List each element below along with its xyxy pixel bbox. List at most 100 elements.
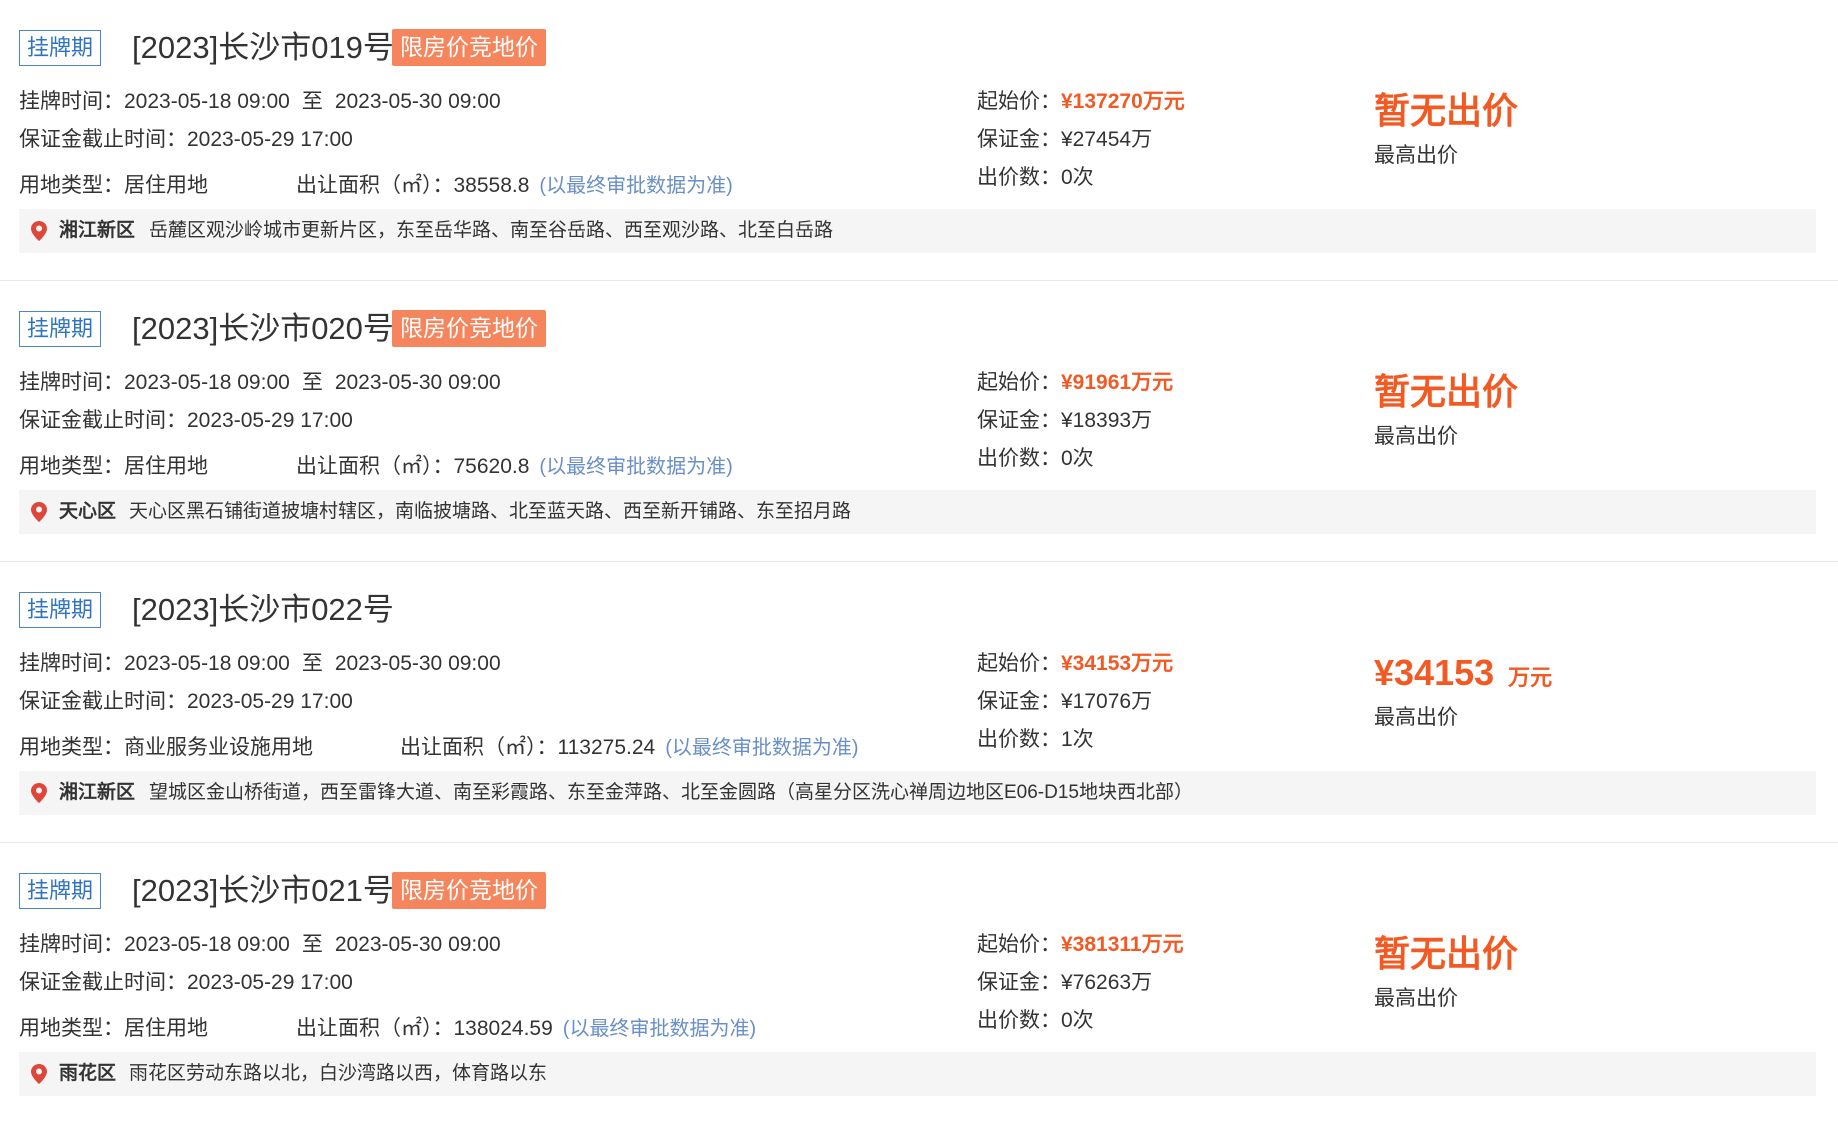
highest-bid-value: 暂无出价: [1374, 369, 1532, 420]
deposit-row: 保证金：¥18393万: [977, 407, 1152, 435]
bid-count-label: 出价数：: [977, 447, 1061, 470]
deposit-deadline-row: 保证金截止时间：2023-05-29 17:00: [19, 688, 353, 716]
land-info-row: 用地类型：商业服务业设施用地 出让面积（㎡）：113275.24 (以最终审批数据…: [19, 734, 859, 762]
bid-count-row: 出价数：1次: [977, 726, 1094, 754]
listing-end: 2023-05-30 09:00: [334, 933, 501, 956]
start-price-row: 起始价：¥381311万元: [977, 931, 1184, 959]
deposit-label: 保证金：: [977, 690, 1061, 713]
map-pin-icon: [31, 502, 47, 522]
deposit-deadline-label: 保证金截止时间：: [19, 409, 187, 432]
listing-card[interactable]: 挂牌期 [2023]长沙市019号 限房价竞地价 挂牌时间：2023-05-18…: [0, 0, 1838, 281]
location-text: 雨花区劳动东路以北，白沙湾路以西，体育路以东: [129, 1063, 548, 1084]
location-bar: 湘江新区 望城区金山桥街道，西至雷锋大道、南至彩霞路、东至金萍路、北至金圆路（高…: [19, 771, 1816, 815]
plot-title[interactable]: [2023]长沙市022号: [132, 590, 394, 630]
start-price-label: 起始价：: [977, 90, 1061, 113]
area-value: 38558.8: [453, 174, 530, 197]
listing-start: 2023-05-18 09:00: [124, 652, 290, 675]
deposit-deadline-label: 保证金截止时间：: [19, 128, 187, 151]
start-price-value: ¥91961万元: [1061, 371, 1174, 394]
deposit-label: 保证金：: [977, 409, 1061, 432]
land-type-value: 居住用地: [124, 174, 208, 197]
deposit-deadline-value: 2023-05-29 17:00: [187, 409, 353, 432]
listing-time-row: 挂牌时间：2023-05-18 09:00 至 2023-05-30 09:00: [19, 369, 501, 397]
deposit-deadline-value: 2023-05-29 17:00: [187, 128, 353, 151]
status-tag: 挂牌期: [19, 873, 101, 909]
district-name: 天心区: [59, 501, 117, 522]
deposit-deadline-row: 保证金截止时间：2023-05-29 17:00: [19, 969, 353, 997]
bid-count-value: 0次: [1061, 1009, 1094, 1032]
start-price-value: ¥137270万元: [1061, 90, 1185, 113]
listing-time-label: 挂牌时间：: [19, 933, 124, 956]
highest-bid-label: 最高出价: [1374, 144, 1458, 167]
bid-status-text: 暂无出价: [1374, 371, 1519, 412]
area-label: 出让面积（㎡）：: [296, 1017, 454, 1040]
start-price-row: 起始价：¥137270万元: [977, 88, 1185, 116]
highest-bid-label: 最高出价: [1374, 987, 1458, 1010]
bid-count-row: 出价数：0次: [977, 164, 1094, 192]
listing-time-label: 挂牌时间：: [19, 652, 124, 675]
listing-start: 2023-05-18 09:00: [124, 90, 290, 113]
limit-price-tag: 限房价竞地价: [392, 310, 546, 347]
deposit-value: ¥27454万: [1061, 128, 1153, 151]
location-text: 天心区黑石铺街道披塘村辖区，南临披塘路、北至蓝天路、西至新开铺路、东至招月路: [129, 501, 852, 522]
bid-count-value: 1次: [1061, 728, 1094, 751]
deposit-value: ¥17076万: [1061, 690, 1153, 713]
area-group: 出让面积（㎡）：138024.59 (以最终审批数据为准): [296, 1015, 756, 1043]
bid-count-value: 0次: [1061, 166, 1094, 189]
location-bar: 天心区 天心区黑石铺街道披塘村辖区，南临披塘路、北至蓝天路、西至新开铺路、东至招…: [19, 490, 1816, 534]
land-type-label: 用地类型：: [19, 174, 124, 197]
deposit-deadline-row: 保证金截止时间：2023-05-29 17:00: [19, 126, 353, 154]
area-note: (以最终审批数据为准): [539, 456, 733, 478]
status-tag: 挂牌期: [19, 311, 101, 347]
deposit-value: ¥76263万: [1061, 971, 1153, 994]
bid-count-value: 0次: [1061, 447, 1094, 470]
limit-price-tag: 限房价竞地价: [392, 29, 546, 66]
listing-card[interactable]: 挂牌期 [2023]长沙市020号 限房价竞地价 挂牌时间：2023-05-18…: [0, 281, 1838, 562]
listing-start: 2023-05-18 09:00: [124, 933, 290, 956]
area-value: 75620.8: [453, 455, 530, 478]
plot-title[interactable]: [2023]长沙市020号: [132, 309, 394, 349]
listing-end: 2023-05-30 09:00: [334, 652, 501, 675]
deposit-deadline-value: 2023-05-29 17:00: [187, 690, 353, 713]
bid-count-row: 出价数：0次: [977, 445, 1094, 473]
deposit-row: 保证金：¥27454万: [977, 126, 1152, 154]
listing-card[interactable]: 挂牌期 [2023]长沙市022号 挂牌时间：2023-05-18 09:00 至…: [0, 562, 1838, 843]
location-text: 岳麓区观沙岭城市更新片区，东至岳华路、南至谷岳路、西至观沙路、北至白岳路: [149, 220, 834, 241]
area-note: (以最终审批数据为准): [562, 1018, 757, 1040]
plot-title[interactable]: [2023]长沙市021号: [132, 871, 394, 911]
highest-bid-value: ¥34153 万元: [1374, 650, 1552, 701]
area-value: 113275.24: [557, 736, 656, 759]
area-note: (以最终审批数据为准): [665, 737, 859, 759]
listing-time-label: 挂牌时间：: [19, 371, 124, 394]
location-bar: 雨花区 雨花区劳动东路以北，白沙湾路以西，体育路以东: [19, 1052, 1816, 1096]
highest-bid-label: 最高出价: [1374, 425, 1458, 448]
area-label: 出让面积（㎡）：: [400, 736, 558, 759]
land-type-label: 用地类型：: [19, 455, 124, 478]
deposit-label: 保证金：: [977, 971, 1061, 994]
listing-time-row: 挂牌时间：2023-05-18 09:00 至 2023-05-30 09:00: [19, 650, 501, 678]
bid-count-label: 出价数：: [977, 728, 1061, 751]
area-group: 出让面积（㎡）：75620.8 (以最终审批数据为准): [296, 453, 733, 481]
district-name: 雨花区: [59, 1063, 117, 1084]
bid-status-text: 暂无出价: [1374, 933, 1519, 974]
district-name: 湘江新区: [59, 220, 136, 241]
area-group: 出让面积（㎡）：113275.24 (以最终审批数据为准): [400, 734, 859, 762]
deposit-deadline-value: 2023-05-29 17:00: [187, 971, 353, 994]
start-price-label: 起始价：: [977, 933, 1061, 956]
deposit-label: 保证金：: [977, 128, 1061, 151]
start-price-value: ¥34153万元: [1061, 652, 1174, 675]
land-info-row: 用地类型：居住用地 出让面积（㎡）：138024.59 (以最终审批数据为准): [19, 1015, 756, 1043]
bid-status-text: ¥34153: [1374, 652, 1495, 693]
land-type-value: 商业服务业设施用地: [124, 736, 313, 759]
location-text: 望城区金山桥街道，西至雷锋大道、南至彩霞路、东至金萍路、北至金圆路（高星分区洗心…: [149, 782, 1193, 803]
land-type-label: 用地类型：: [19, 736, 124, 759]
district-name: 湘江新区: [59, 782, 136, 803]
deposit-row: 保证金：¥17076万: [977, 688, 1152, 716]
listing-card[interactable]: 挂牌期 [2023]长沙市021号 限房价竞地价 挂牌时间：2023-05-18…: [0, 843, 1838, 1123]
area-group: 出让面积（㎡）：38558.8 (以最终审批数据为准): [296, 172, 733, 200]
area-label: 出让面积（㎡）：: [296, 174, 454, 197]
bid-count-label: 出价数：: [977, 166, 1061, 189]
map-pin-icon: [31, 221, 47, 241]
plot-title[interactable]: [2023]长沙市019号: [132, 28, 394, 68]
status-tag: 挂牌期: [19, 30, 101, 66]
